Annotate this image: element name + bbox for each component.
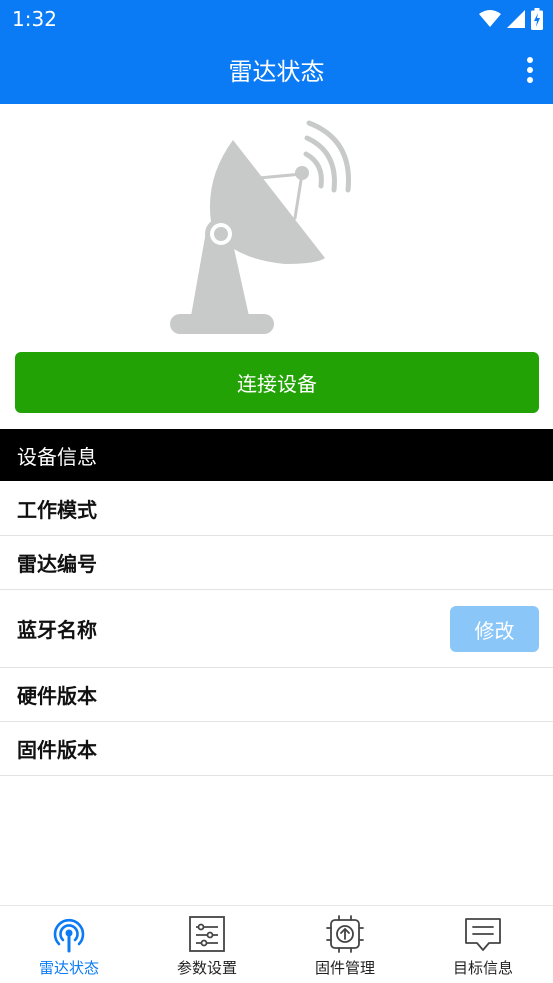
more-vertical-icon xyxy=(527,57,533,83)
info-row-radar-id: 雷达编号 xyxy=(0,536,553,590)
connect-device-button[interactable]: 连接设备 xyxy=(15,352,539,413)
status-bar: 1:32 xyxy=(0,0,553,38)
sliders-icon xyxy=(189,916,225,952)
row-label: 蓝牙名称 xyxy=(17,618,97,642)
radar-signal-icon xyxy=(53,918,85,953)
row-label: 工作模式 xyxy=(17,498,97,522)
radar-dish-icon xyxy=(170,120,352,334)
row-label: 雷达编号 xyxy=(17,552,97,576)
nav-label: 雷达状态 xyxy=(38,959,99,977)
signal-icon xyxy=(507,10,525,28)
info-row-firmware-version: 固件版本 xyxy=(0,722,553,776)
nav-item-parameter-settings[interactable]: 参数设置 xyxy=(138,906,276,983)
nav-item-radar-status[interactable]: 雷达状态 xyxy=(0,906,138,983)
chip-upload-icon xyxy=(326,915,364,953)
wifi-icon xyxy=(479,10,501,27)
nav-item-target-info[interactable]: 目标信息 xyxy=(414,906,552,983)
info-row-work-mode: 工作模式 xyxy=(0,482,553,536)
device-info-header: 设备信息 xyxy=(0,429,553,481)
nav-label: 目标信息 xyxy=(452,959,513,977)
app-bar: 1:32 雷达状态 xyxy=(0,0,553,104)
bottom-nav: 雷达状态 参数设置 固件管理 目标信息 xyxy=(0,905,553,983)
row-label: 固件版本 xyxy=(17,738,97,762)
battery-icon xyxy=(531,8,543,30)
status-time: 1:32 xyxy=(12,7,57,31)
nav-label: 参数设置 xyxy=(176,959,237,977)
overflow-menu-button[interactable] xyxy=(515,54,545,86)
status-icons xyxy=(479,8,543,30)
info-row-bluetooth-name: 蓝牙名称 修改 xyxy=(0,590,553,668)
message-icon xyxy=(465,918,501,951)
nav-label: 固件管理 xyxy=(314,959,375,977)
info-row-hardware-version: 硬件版本 xyxy=(0,668,553,722)
edit-bluetooth-name-button[interactable]: 修改 xyxy=(450,606,539,652)
row-label: 硬件版本 xyxy=(17,684,97,708)
page-title: 雷达状态 xyxy=(228,58,325,86)
nav-item-firmware-management[interactable]: 固件管理 xyxy=(276,906,414,983)
